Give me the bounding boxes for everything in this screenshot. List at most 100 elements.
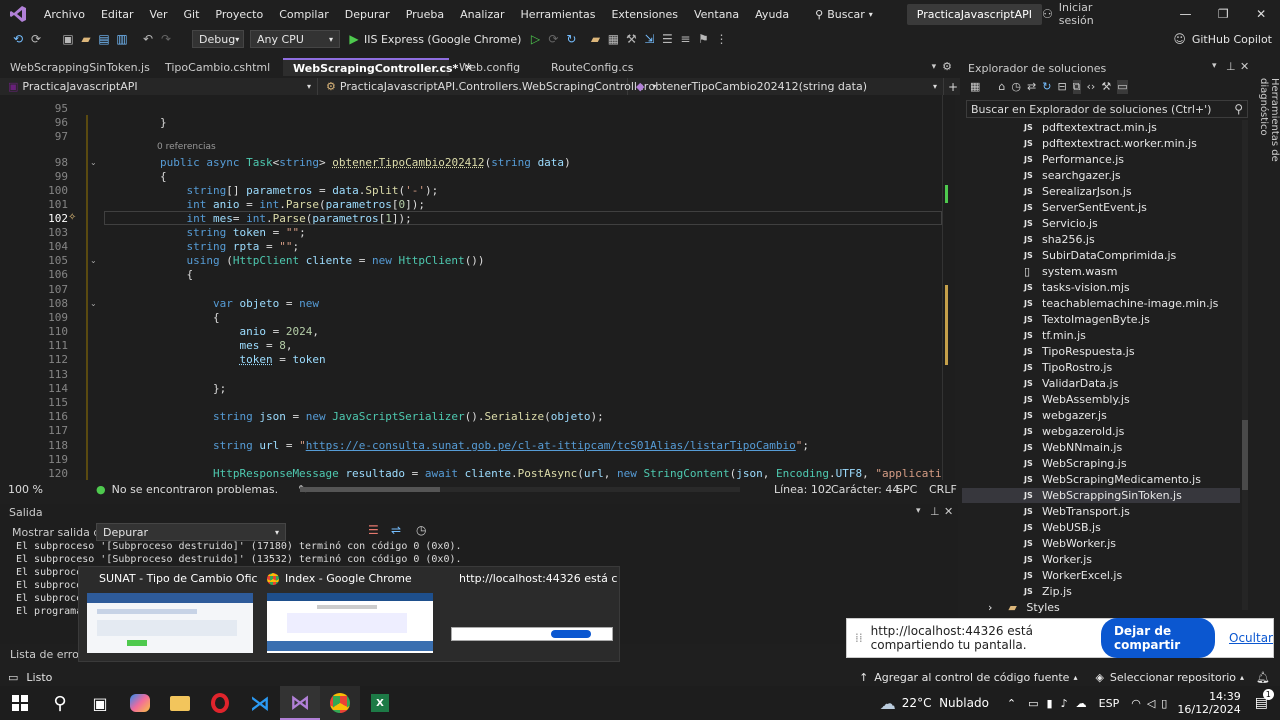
sync-icon[interactable]: ⇄ — [1027, 80, 1036, 94]
solution-tree-item[interactable]: JS TipoRostro.js — [1024, 361, 1112, 374]
output-source-select[interactable]: Depurar ▾ — [96, 523, 286, 541]
close-button[interactable]: ✕ — [1242, 0, 1280, 28]
preview-localhost[interactable]: http://localhost:44326 está com... — [439, 567, 619, 663]
signin-link[interactable]: Iniciar sesión — [1059, 1, 1131, 27]
overflow-icon[interactable]: ⋮ — [713, 31, 729, 47]
open-folder-icon[interactable]: ▰ — [78, 31, 94, 47]
opera-button[interactable] — [200, 686, 240, 720]
solution-tree-item[interactable]: JS webgazerold.js — [1024, 425, 1124, 438]
solution-tree-item[interactable]: JS WebAssembly.js — [1024, 393, 1130, 406]
code-editor[interactable]: 95 96 97 98 99 100 101 102 103 104 105 1… — [0, 95, 955, 480]
vscode-button[interactable]: ⋊ — [240, 686, 280, 720]
back-icon[interactable]: ⟲ — [10, 31, 26, 47]
power-icon[interactable]: ▯ — [1161, 697, 1167, 710]
solution-tree-item[interactable]: JS WebWorker.js — [1024, 537, 1116, 550]
home-icon[interactable]: ⌂ — [998, 80, 1005, 94]
panel-dropdown-icon[interactable]: ▾ — [916, 506, 921, 516]
code-references[interactable]: 0 referencias — [157, 142, 216, 152]
align-icon[interactable]: ☰ — [659, 31, 675, 47]
run-target-button[interactable]: IIS Express (Google Chrome) — [364, 33, 521, 46]
zoom-select[interactable]: 100 % — [8, 483, 68, 496]
wifi-icon[interactable]: ◠ — [1131, 697, 1141, 710]
clock-icon[interactable]: ◷ — [416, 523, 426, 537]
method-dropdown[interactable]: ◆ obtenerTipoCambio202412(string data) ▾ — [628, 78, 944, 95]
solution-tree-item[interactable]: JS SerealizarJson.js — [1024, 185, 1132, 198]
volume-icon[interactable]: ◁ — [1147, 697, 1155, 710]
menu-ventana[interactable]: Ventana — [686, 8, 747, 21]
solution-tree-item[interactable]: JS teachablemachine-image.min.js — [1024, 297, 1218, 310]
hide-link[interactable]: Ocultar — [1229, 631, 1273, 645]
preview-index[interactable]: Index - Google Chrome — [259, 567, 439, 663]
platform-select[interactable]: Any CPU ▾ — [250, 30, 340, 48]
fold-icon[interactable]: ⌄ — [90, 158, 98, 167]
weather-status[interactable]: 22°C Nublado — [902, 696, 989, 710]
menu-git[interactable]: Git — [176, 8, 208, 21]
menu-herramientas[interactable]: Herramientas — [513, 8, 604, 21]
solution-tree-item[interactable]: JS SubirDataComprimida.js — [1024, 249, 1176, 262]
language-indicator[interactable]: ESP — [1099, 697, 1120, 710]
solution-tree-item[interactable]: JS tf.min.js — [1024, 329, 1086, 342]
tools-icon[interactable]: ⚒ — [623, 31, 639, 47]
chrome-taskbar-button[interactable] — [320, 686, 360, 720]
clear-output-icon[interactable]: ☰ — [368, 523, 379, 537]
tray-chevron-icon[interactable]: ⌃ — [1007, 697, 1016, 710]
word-wrap-icon[interactable]: ⇌ — [391, 523, 401, 537]
tab-list-icon[interactable]: ▾ — [932, 58, 937, 76]
layout-icon[interactable]: ▦ — [605, 31, 621, 47]
taskbar-search-button[interactable]: ⚲ — [40, 686, 80, 720]
tab-settings-icon[interactable]: ⚙ — [942, 58, 952, 76]
collapse-all-icon[interactable]: ⊟ — [1057, 80, 1066, 94]
solution-tree-item[interactable]: JS ServerSentEvent.js — [1024, 201, 1147, 214]
menu-compilar[interactable]: Compilar — [271, 8, 336, 21]
file-explorer-button[interactable] — [160, 686, 200, 720]
undo-icon[interactable]: ↶ — [140, 31, 156, 47]
close-panel-icon[interactable]: ✕ — [944, 505, 953, 518]
char-status[interactable]: Carácter: 44 — [831, 483, 899, 496]
sunat-url-link[interactable]: https://e-consulta.sunat.gob.pe/cl-at-it… — [306, 439, 796, 452]
add-nav-icon[interactable]: + — [948, 80, 958, 94]
solution-tree-item[interactable]: JS Servicio.js — [1024, 217, 1098, 230]
menu-ver[interactable]: Ver — [142, 8, 176, 21]
notification-bell-icon[interactable]: 🔔︎ — [1256, 671, 1270, 684]
redo-icon[interactable]: ↷ — [158, 31, 174, 47]
fold-icon[interactable]: ⌄ — [90, 299, 98, 308]
line-status[interactable]: Línea: 102 — [774, 483, 832, 496]
menu-proyecto[interactable]: Proyecto — [207, 8, 271, 21]
save-icon[interactable]: ▤ — [96, 31, 112, 47]
battery-icon[interactable]: ▮ — [1047, 697, 1053, 710]
search-button[interactable]: ⚲ Buscar ▾ — [807, 8, 881, 21]
refresh-icon[interactable]: ↻ — [563, 31, 579, 47]
history-icon[interactable]: ◷ — [1011, 80, 1021, 94]
tab-webscrapingcontroller[interactable]: WebScrapingController.cs* ✕ — [283, 58, 473, 76]
solution-tree-item[interactable]: JS TipoRespuesta.js — [1024, 345, 1135, 358]
select-repo-button[interactable]: Seleccionar repositorio — [1110, 671, 1236, 684]
fold-icon[interactable]: ⌄ — [90, 256, 98, 265]
solution-tree-item[interactable]: JS WebNNmain.js — [1024, 441, 1122, 454]
attach-icon[interactable]: ⟳ — [545, 31, 561, 47]
menu-editar[interactable]: Editar — [93, 8, 142, 21]
tab-webconfig[interactable]: Web.config — [449, 58, 541, 76]
tree-scrollbar[interactable] — [1242, 120, 1248, 610]
maximize-button[interactable]: ❐ — [1204, 0, 1242, 28]
solution-tree-item[interactable]: ▯ system.wasm — [1024, 265, 1117, 278]
notification-center-button[interactable]: ▤ 1 — [1255, 689, 1274, 711]
tab-routeconfig[interactable]: RouteConfig.cs — [541, 58, 661, 76]
properties-icon[interactable]: ⚒ — [1101, 80, 1111, 94]
tab-tipocambio[interactable]: TipoCambio.cshtml — [155, 58, 283, 76]
menu-ayuda[interactable]: Ayuda — [747, 8, 797, 21]
solution-tree-item[interactable]: JS Performance.js — [1024, 153, 1124, 166]
bookmark-icon[interactable]: ⚑ — [695, 31, 711, 47]
forward-icon[interactable]: ⟳ — [28, 31, 44, 47]
tray-app-icon[interactable]: ▭ — [1028, 697, 1038, 710]
run-without-debug-icon[interactable]: ▷ — [527, 31, 543, 47]
menu-archivo[interactable]: Archivo — [36, 8, 93, 21]
solution-tree-item[interactable]: JS WebUSB.js — [1024, 521, 1101, 534]
horizontal-scrollbar[interactable] — [300, 487, 740, 492]
solution-tree-item[interactable]: JS Zip.js — [1024, 585, 1072, 598]
solution-tree-item[interactable]: JS sha256.js — [1024, 233, 1095, 246]
solution-tree-item[interactable]: JS WebTransport.js — [1024, 505, 1130, 518]
quick-action-icon[interactable]: ✧ — [68, 212, 76, 223]
tab-webscrappingsintoken[interactable]: WebScrappingSinToken.js — [0, 58, 155, 76]
expand-chevron-icon[interactable]: › — [988, 601, 992, 614]
clock[interactable]: 14:39 16/12/2024 — [1177, 690, 1240, 716]
